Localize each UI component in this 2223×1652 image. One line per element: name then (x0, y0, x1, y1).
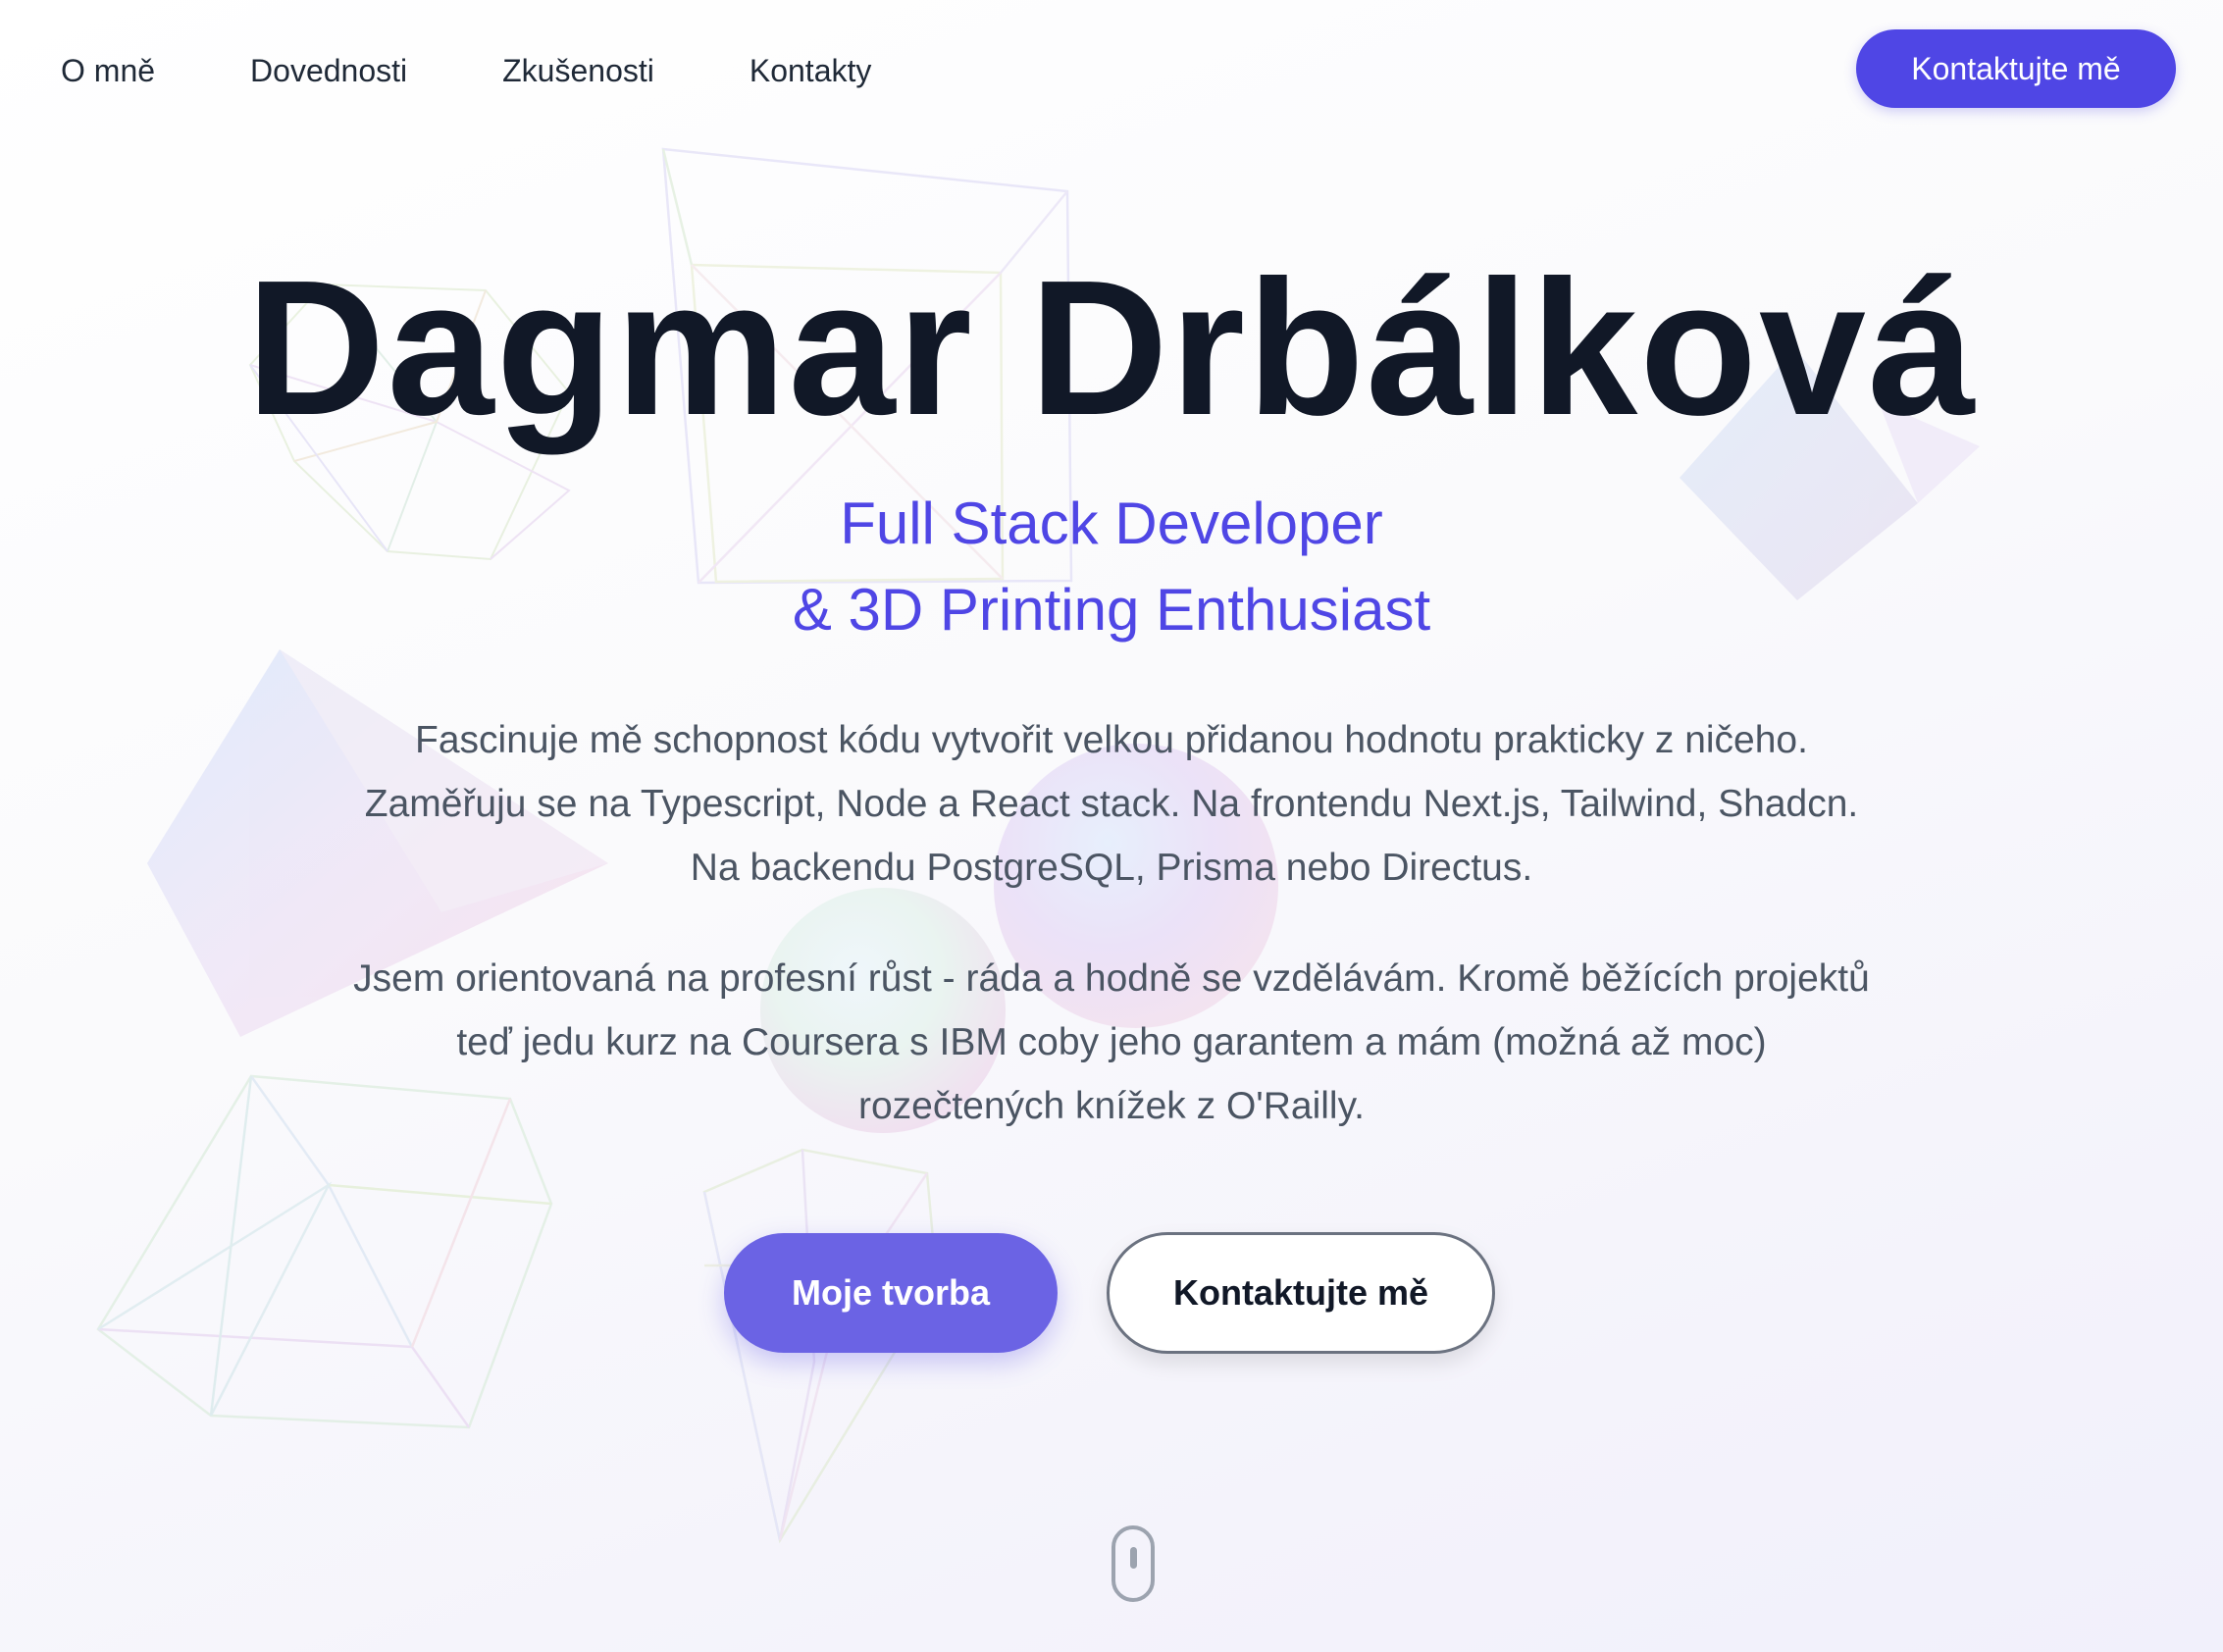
hero-subtitle-line-2: & 3D Printing Enthusiast (792, 577, 1431, 643)
nav-link-experience[interactable]: Zkušenosti (502, 47, 654, 94)
scroll-wheel-dot (1130, 1547, 1137, 1569)
nav-link-contacts[interactable]: Kontakty (750, 47, 872, 94)
top-navigation: O mně Dovednosti Zkušenosti Kontakty Kon… (0, 0, 2223, 142)
nav-contact-button[interactable]: Kontaktujte mě (1856, 29, 2176, 108)
hero-subtitle: Full Stack Developer & 3D Printing Enthu… (0, 481, 2223, 653)
hero-intro-paragraph: Fascinuje mě schopnost kódu vytvořit vel… (364, 719, 1859, 889)
nav-link-skills[interactable]: Dovednosti (250, 47, 407, 94)
mouse-scroll-icon[interactable] (1112, 1525, 1155, 1602)
hero-growth-paragraph: Jsem orientovaná na profesní růst - ráda… (353, 957, 1870, 1127)
contact-me-button[interactable]: Kontaktujte mě (1107, 1232, 1495, 1354)
nav-links: O mně Dovednosti Zkušenosti Kontakty (61, 47, 966, 94)
my-work-button[interactable]: Moje tvorba (724, 1233, 1058, 1353)
nav-link-about[interactable]: O mně (61, 47, 155, 94)
hero-subtitle-line-1: Full Stack Developer (840, 490, 1383, 556)
hero-name-heading: Dagmar Drbálková (245, 240, 1978, 455)
